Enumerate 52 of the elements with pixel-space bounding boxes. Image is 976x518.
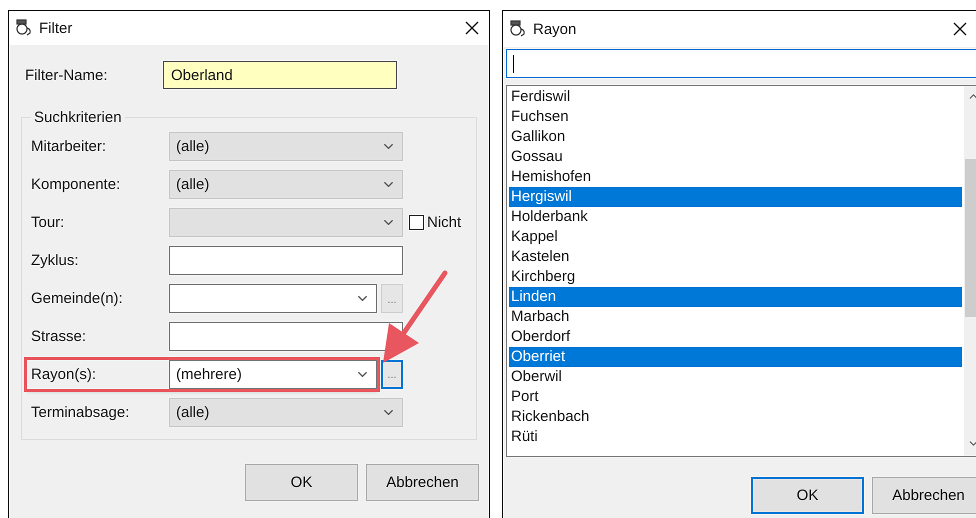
field-label: Gemeinde(n): [31,290,124,307]
app-icon [15,19,33,37]
close-icon[interactable] [953,22,967,36]
dropdown[interactable]: (alle) [169,132,403,161]
app-icon [509,20,527,38]
close-icon[interactable] [465,21,479,35]
text-cursor-icon [513,54,514,72]
field-label: Rayon(s): [31,366,98,383]
window-title: Filter [39,20,74,36]
dropdown[interactable]: (alle) [169,398,403,427]
dialog-button[interactable]: OK [751,477,864,514]
list-item[interactable]: Kappel [509,227,962,247]
field-label: Mitarbeiter: [31,138,108,155]
checkbox[interactable] [409,215,424,230]
list-item[interactable]: Ferdiswil [509,87,962,107]
list-item[interactable]: Holderbank [509,207,962,227]
list-item[interactable]: Gossau [509,147,962,167]
field-label: Terminabsage: [31,404,130,421]
dropdown[interactable]: (alle) [169,170,403,199]
list-item[interactable]: Hergiswil [509,187,962,207]
text-field[interactable] [169,246,403,275]
text-field[interactable]: Oberland [163,61,397,89]
group-title: Suchkriterien [33,109,123,126]
list-item[interactable]: Kastelen [509,247,962,267]
list-item[interactable]: Rickenbach [509,407,962,427]
window-title: Rayon [533,20,578,38]
browse-button[interactable]: ... [381,284,403,313]
list-item[interactable]: Linden [509,287,962,307]
field-label: Filter-Name: [24,66,109,84]
list-item[interactable]: Kirchberg [509,267,962,287]
list-item[interactable]: Hemishofen [509,167,962,187]
combo-field[interactable]: (mehrere) [169,360,377,389]
search-field[interactable] [506,49,976,78]
checkbox-label: Nicht [427,214,462,231]
list-item[interactable]: Marbach [509,307,962,327]
combo-field[interactable] [169,284,377,313]
browse-button[interactable]: ... [381,360,403,389]
dialog-button[interactable]: Abbrechen [872,477,976,514]
list-item[interactable]: Oberwil [509,367,962,387]
field-label: Strasse: [31,328,88,345]
field-label: Komponente: [31,176,122,193]
text-field[interactable] [169,322,403,351]
list-item[interactable]: Port [509,387,962,407]
list-item[interactable]: Rüti [509,427,962,447]
field-label: Zyklus: [31,252,80,269]
list-item[interactable]: Oberriet [509,347,962,367]
list-item[interactable]: Oberdorf [509,327,962,347]
list-item[interactable]: Fuchsen [509,107,962,127]
list-item[interactable]: Gallikon [509,127,962,147]
field-label: Tour: [31,214,66,231]
dialog-button[interactable]: OK [245,464,358,501]
dialog-button[interactable]: Abbrechen [366,464,479,501]
